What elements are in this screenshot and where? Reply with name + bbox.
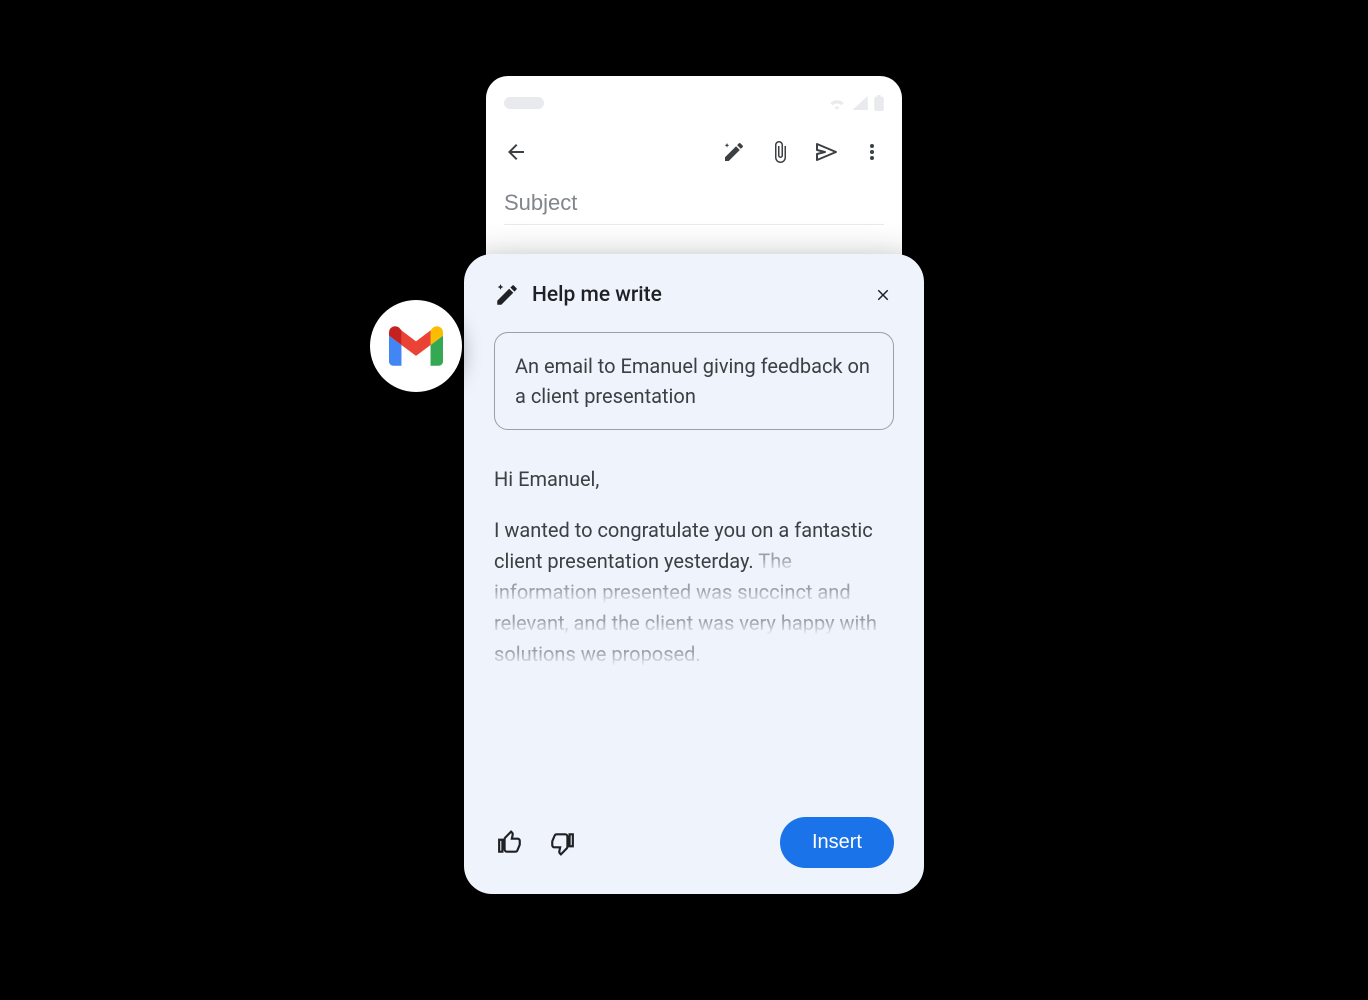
generated-output: Hi Emanuel, I wanted to congratulate you… [494, 464, 894, 799]
battery-icon [874, 95, 884, 111]
thumbs-down-icon [549, 830, 575, 856]
subject-field-wrap [504, 190, 884, 225]
compose-window [486, 76, 902, 276]
magic-pen-icon[interactable] [722, 140, 746, 164]
subject-input[interactable] [504, 190, 884, 216]
compose-toolbar [504, 132, 884, 172]
more-icon[interactable] [860, 140, 884, 164]
status-pill [504, 97, 544, 109]
thumbs-up-icon [497, 830, 523, 856]
gmail-logo-badge [370, 300, 462, 392]
gmail-icon [389, 326, 443, 366]
thumbs-up-button[interactable] [494, 827, 526, 859]
panel-title: Help me write [532, 283, 662, 307]
sparkle-pen-icon [494, 282, 520, 308]
help-me-write-panel: Help me write An email to Emanuel giving… [464, 254, 924, 894]
prompt-input[interactable]: An email to Emanuel giving feedback on a… [494, 332, 894, 430]
status-bar [504, 92, 884, 114]
insert-button[interactable]: Insert [780, 817, 894, 868]
back-arrow-icon[interactable] [504, 140, 528, 164]
close-icon [874, 286, 892, 304]
generated-body-1: I wanted to congratulate you on a fantas… [494, 518, 873, 573]
send-icon[interactable] [814, 140, 838, 164]
signal-icon [852, 96, 868, 110]
wifi-icon [828, 96, 846, 110]
attachment-icon[interactable] [768, 140, 792, 164]
generated-greeting: Hi Emanuel, [494, 464, 894, 495]
thumbs-down-button[interactable] [546, 827, 578, 859]
close-button[interactable] [872, 284, 894, 306]
